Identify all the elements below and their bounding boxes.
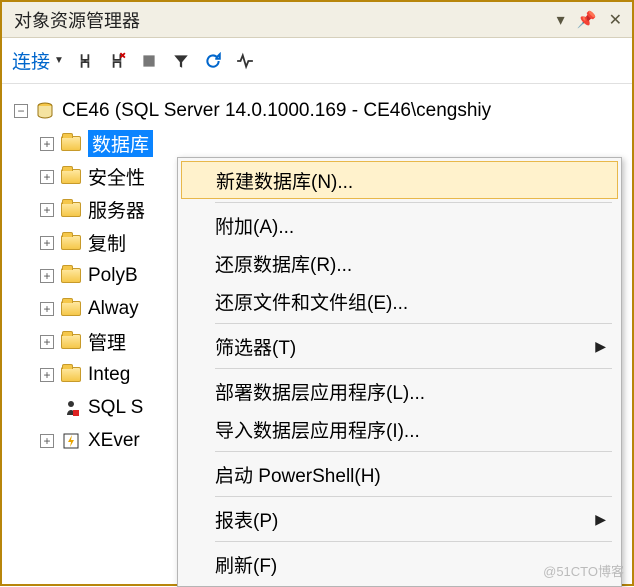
collapse-icon[interactable]: − [14, 104, 28, 118]
tree-item-label: Alway [88, 298, 139, 320]
connect-label: 连接 [12, 47, 50, 74]
tree-root-label: CE46 (SQL Server 14.0.1000.169 - CE46\ce… [62, 100, 491, 122]
expand-icon[interactable]: + [40, 269, 54, 283]
menu-item-label: 部署数据层应用程序(L)... [215, 378, 425, 405]
menu-item-label: 还原文件和文件组(E)... [215, 288, 408, 315]
tree-item[interactable]: + 数据库 [40, 127, 624, 160]
tree-item-label: 复制 [88, 229, 126, 256]
menu-item[interactable]: 筛选器(T) ▶ [181, 327, 618, 365]
context-menu[interactable]: 新建数据库(N)... 附加(A)... 还原数据库(R)... 还原文件和文件组(E… [177, 157, 622, 587]
folder-icon [60, 134, 82, 154]
watermark: @51CTO博客 [543, 561, 624, 580]
menu-item[interactable]: 启动 PowerShell(H) [181, 455, 618, 493]
tree-item-label: PolyB [88, 265, 138, 287]
folder-icon [60, 233, 82, 253]
panel-title: 对象资源管理器 [14, 7, 140, 33]
expand-icon[interactable]: + [40, 137, 54, 151]
expand-icon[interactable]: + [40, 302, 54, 316]
menu-separator [215, 451, 612, 452]
folder-icon [60, 332, 82, 352]
menu-item[interactable]: 导入数据层应用程序(I)... [181, 410, 618, 448]
folder-icon [60, 200, 82, 220]
server-icon [34, 101, 56, 121]
tree-item-label: SQL S [88, 397, 143, 419]
menu-item-label: 报表(P) [215, 506, 278, 533]
connect-icon[interactable] [74, 50, 96, 72]
tree-item-label: Integ [88, 364, 130, 386]
panel-header: 对象资源管理器 ▾ 📌 ✕ [2, 2, 632, 38]
menu-item[interactable]: 新建数据库(N)... [181, 161, 618, 199]
menu-item[interactable]: 附加(A)... [181, 206, 618, 244]
folder-icon [60, 299, 82, 319]
menu-separator [215, 323, 612, 324]
tree-item-label: 数据库 [88, 130, 153, 157]
menu-separator [215, 368, 612, 369]
agent-icon [60, 398, 82, 418]
expand-icon[interactable]: + [40, 335, 54, 349]
menu-item-label: 导入数据层应用程序(I)... [215, 416, 420, 443]
menu-separator [215, 496, 612, 497]
menu-item-label: 刷新(F) [215, 551, 277, 578]
disconnect-icon[interactable] [106, 50, 128, 72]
menu-item[interactable]: 还原文件和文件组(E)... [181, 282, 618, 320]
folder-icon [60, 365, 82, 385]
expand-icon[interactable]: + [40, 368, 54, 382]
menu-item[interactable]: 部署数据层应用程序(L)... [181, 372, 618, 410]
submenu-arrow-icon: ▶ [595, 511, 606, 528]
folder-icon [60, 167, 82, 187]
menu-item-label: 筛选器(T) [215, 333, 296, 360]
toolbar: 连接 ▼ [2, 38, 632, 84]
folder-icon [60, 266, 82, 286]
expand-icon[interactable]: + [40, 434, 54, 448]
menu-item[interactable]: 还原数据库(R)... [181, 244, 618, 282]
menu-item[interactable]: 报表(P) ▶ [181, 500, 618, 538]
menu-item-label: 新建数据库(N)... [216, 167, 353, 194]
tree-item-label: 管理 [88, 328, 126, 355]
submenu-arrow-icon: ▶ [595, 338, 606, 355]
expand-icon[interactable]: + [40, 236, 54, 250]
pin-icon[interactable]: 📌 [577, 10, 597, 30]
activity-icon[interactable] [234, 50, 256, 72]
expand-icon[interactable]: + [40, 170, 54, 184]
refresh-icon[interactable] [202, 50, 224, 72]
menu-separator [215, 541, 612, 542]
tree-root[interactable]: − CE46 (SQL Server 14.0.1000.169 - CE46\… [14, 94, 624, 127]
panel-controls: ▾ 📌 ✕ [557, 10, 622, 30]
dropdown-icon[interactable]: ▾ [557, 10, 565, 30]
tree-item-label: 安全性 [88, 163, 145, 190]
menu-item-label: 附加(A)... [215, 212, 294, 239]
tree-item-label: XEver [88, 430, 140, 452]
tree-item-label: 服务器 [88, 196, 145, 223]
connect-dropdown[interactable]: 连接 ▼ [12, 47, 64, 74]
menu-separator [215, 202, 612, 203]
stop-icon[interactable] [138, 50, 160, 72]
xevent-icon [60, 431, 82, 451]
chevron-down-icon: ▼ [54, 55, 64, 66]
filter-icon[interactable] [170, 50, 192, 72]
expand-icon[interactable]: + [40, 203, 54, 217]
menu-item-label: 启动 PowerShell(H) [215, 461, 381, 488]
menu-item-label: 还原数据库(R)... [215, 250, 352, 277]
close-icon[interactable]: ✕ [609, 10, 622, 30]
